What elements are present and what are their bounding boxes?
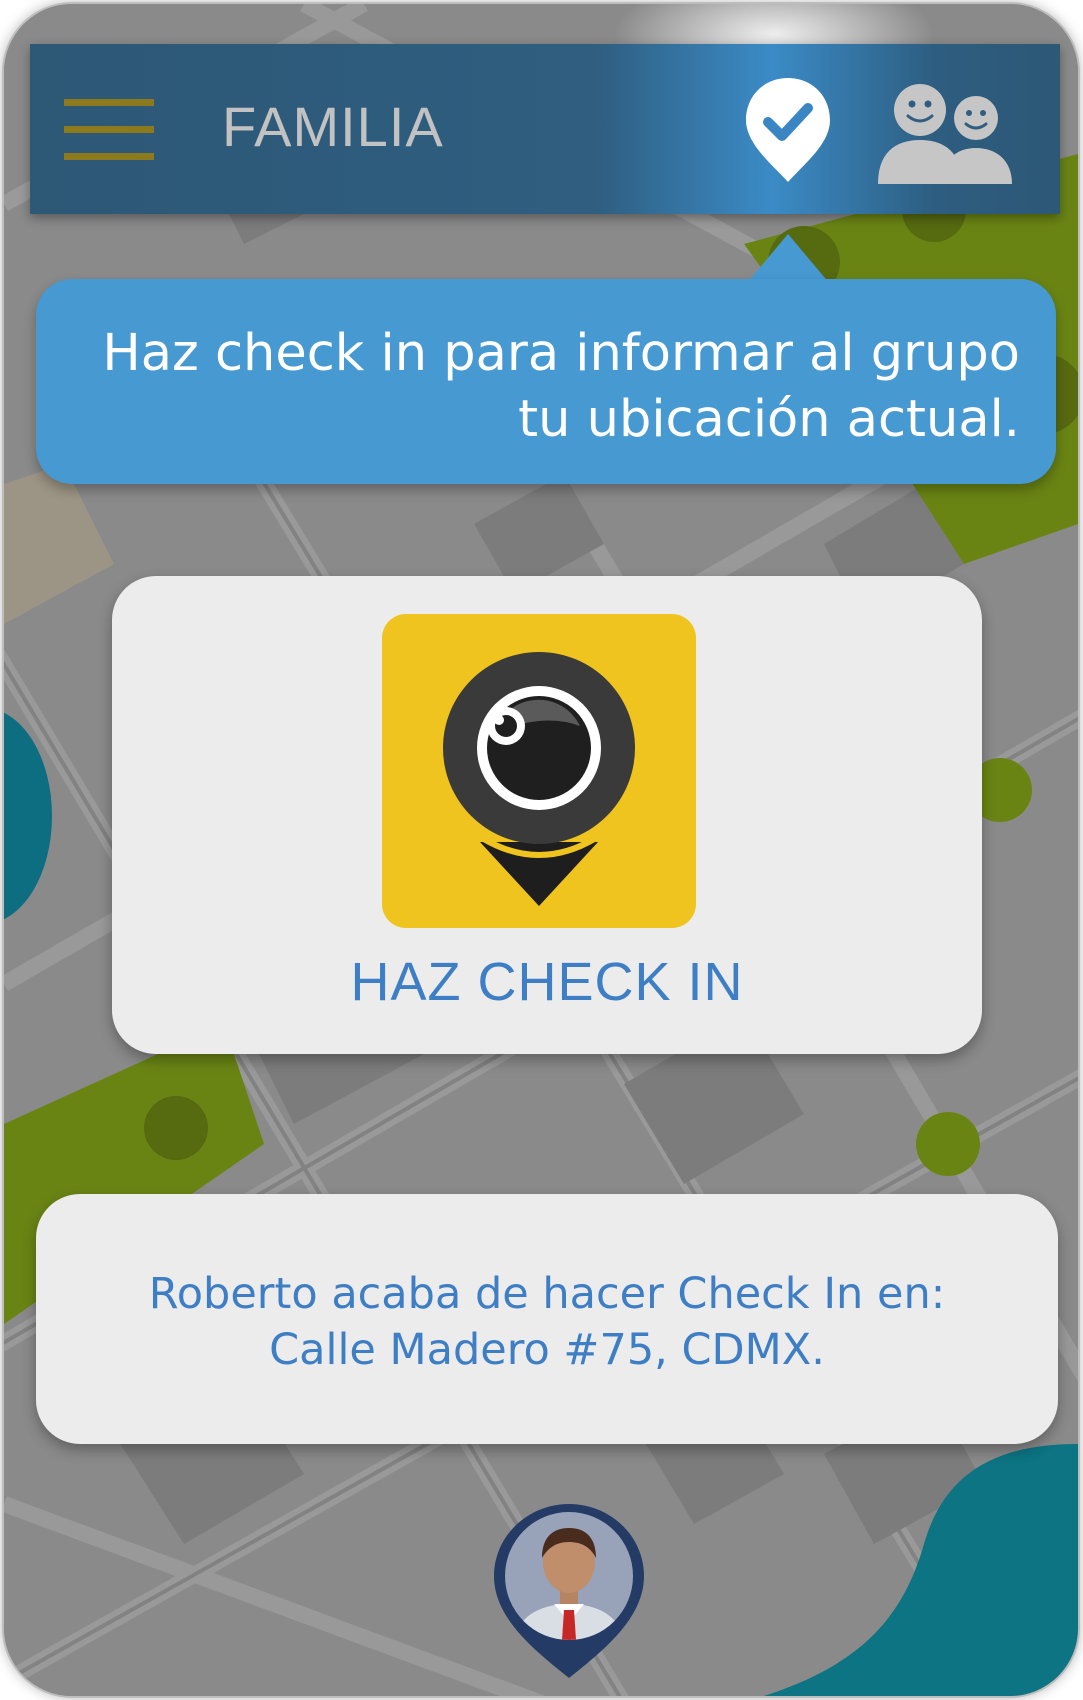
tooltip-arrow: [746, 234, 830, 284]
tooltip-text: Haz check in para informar al grupo tu u…: [60, 321, 1020, 453]
tooltip-line-1: Haz check in para informar al grupo: [102, 324, 1020, 383]
group-people-icon[interactable]: [876, 80, 1016, 184]
group-title: FAMILIA: [222, 95, 444, 158]
tooltip-line-2: tu ubicación actual.: [518, 390, 1020, 449]
user-avatar-pin-icon[interactable]: [490, 1500, 648, 1682]
notification-line-1: Roberto acaba de hacer Check In en:: [148, 1269, 946, 1319]
checkin-tooltip: Haz check in para informar al grupo tu u…: [36, 279, 1056, 484]
map-pin-eye-logo: [382, 614, 696, 928]
location-check-icon[interactable]: [742, 74, 834, 186]
checkin-notification: Roberto acaba de hacer Check In en: Call…: [36, 1194, 1058, 1444]
checkin-button[interactable]: HAZ CHECK IN: [112, 576, 982, 1054]
hamburger-menu-icon[interactable]: [64, 99, 154, 161]
notification-text: Roberto acaba de hacer Check In en: Call…: [36, 1266, 1058, 1378]
phone-frame: FAMILIA Haz check in para informar al gr…: [4, 4, 1078, 1696]
notification-line-2: Calle Madero #75, CDMX.: [269, 1325, 825, 1375]
top-app-bar: FAMILIA: [30, 44, 1060, 214]
checkin-label: HAZ CHECK IN: [350, 952, 744, 1012]
